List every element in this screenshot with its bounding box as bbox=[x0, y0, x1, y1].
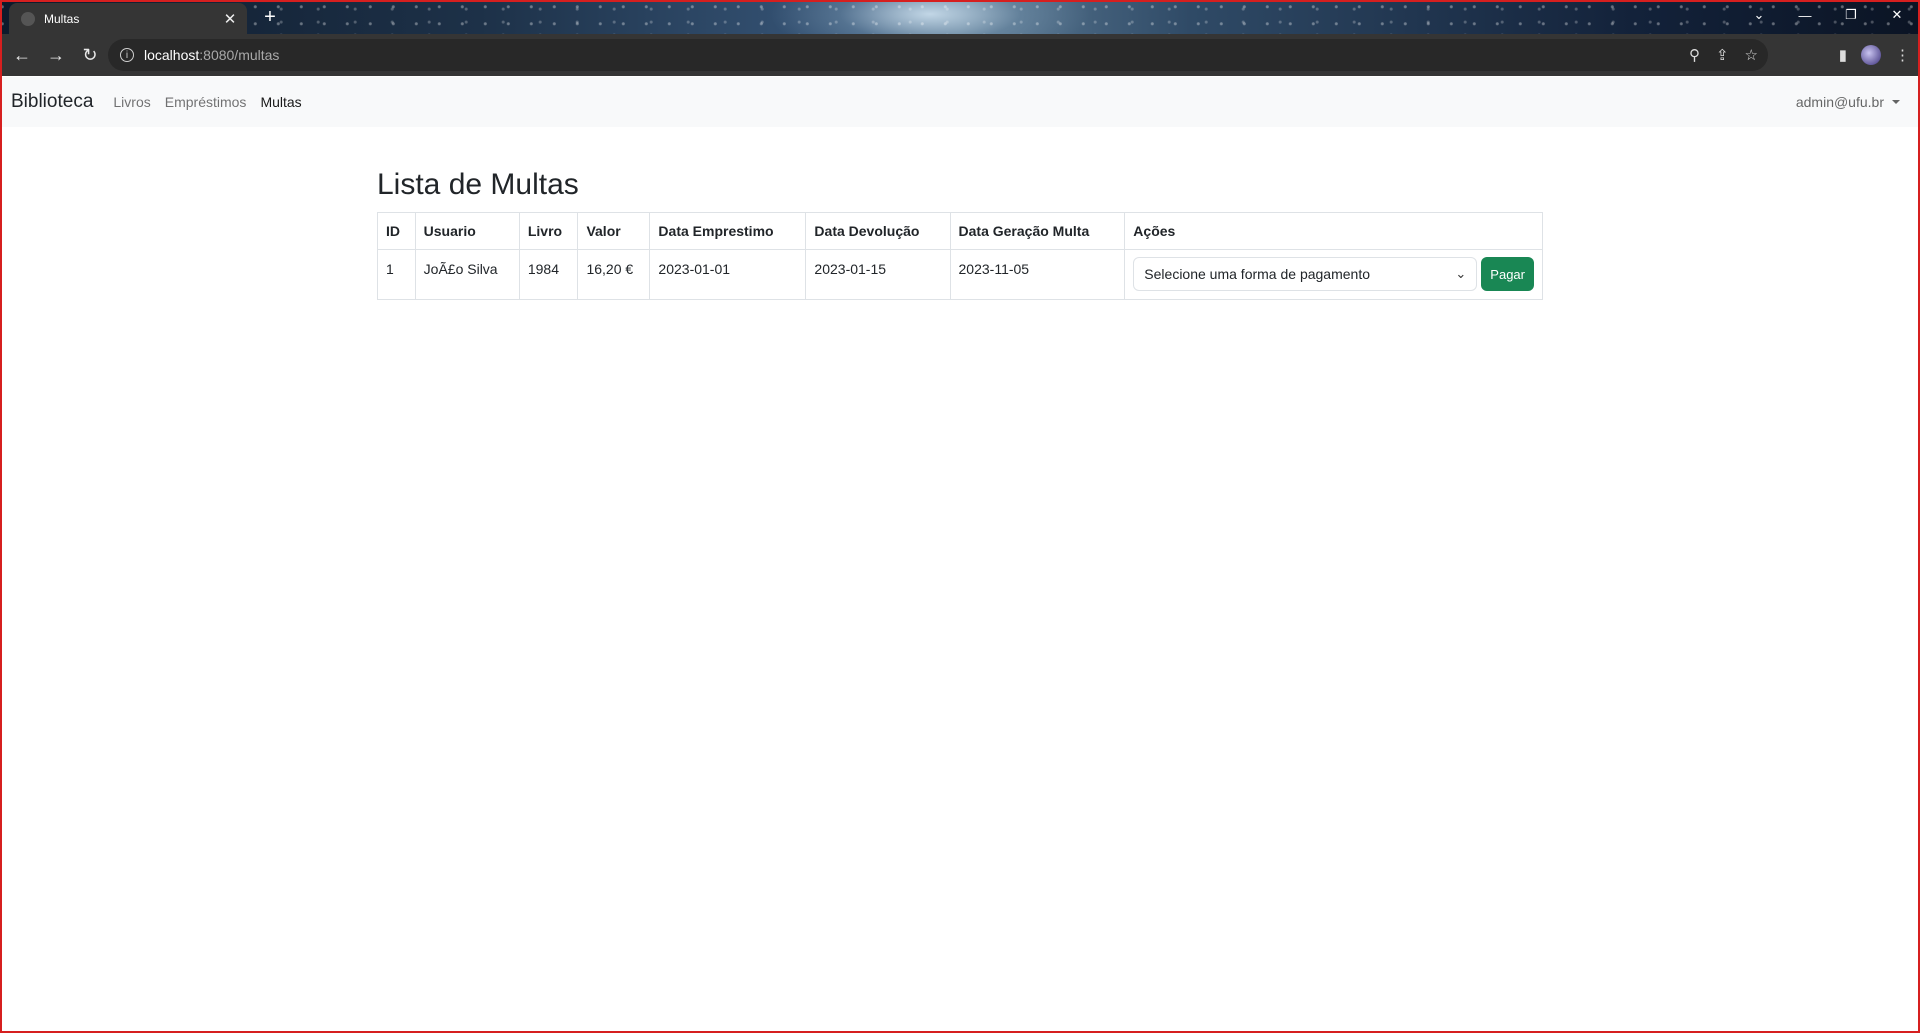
window-controls: ⌄ — ❐ ✕ bbox=[1736, 0, 1920, 30]
profile-avatar[interactable] bbox=[1861, 45, 1881, 65]
close-window-icon[interactable]: ✕ bbox=[1874, 0, 1920, 30]
url-path: :8080/multas bbox=[199, 47, 280, 63]
table-header-row: ID Usuario Livro Valor Data Emprestimo D… bbox=[377, 212, 1543, 250]
star-icon[interactable]: ☆ bbox=[1745, 46, 1758, 64]
reload-icon[interactable]: ↻ bbox=[76, 41, 104, 69]
chevron-down-icon: ⌄ bbox=[1455, 266, 1467, 281]
cell-data-devolucao: 2023-01-15 bbox=[805, 249, 951, 300]
fines-table-container: ID Usuario Livro Valor Data Emprestimo D… bbox=[377, 212, 1543, 300]
fines-table: ID Usuario Livro Valor Data Emprestimo D… bbox=[377, 212, 1543, 300]
navbar-brand[interactable]: Biblioteca bbox=[11, 91, 93, 113]
back-arrow-icon[interactable]: ← bbox=[8, 41, 36, 69]
browser-toolbar: ← → ↻ i localhost:8080/multas ⚲ ⇪ ☆ ▮ ⋮ bbox=[0, 34, 1920, 76]
share-icon[interactable]: ⇪ bbox=[1716, 46, 1729, 64]
col-header-acoes: Ações bbox=[1124, 212, 1543, 250]
page-title: Lista de Multas bbox=[377, 168, 579, 201]
minimize-icon[interactable]: — bbox=[1782, 0, 1828, 30]
favicon-icon bbox=[21, 11, 35, 26]
toolbar-right: ▮ ⋮ bbox=[1839, 34, 1910, 76]
tab-close-icon[interactable]: ✕ bbox=[221, 10, 239, 28]
col-header-usuario: Usuario bbox=[414, 212, 520, 250]
info-icon[interactable]: i bbox=[120, 48, 134, 62]
tab-title: Multas bbox=[44, 11, 80, 26]
cell-livro: 1984 bbox=[518, 249, 579, 300]
col-header-id: ID bbox=[377, 212, 416, 250]
nav-link-multas[interactable]: Multas bbox=[260, 94, 301, 110]
cell-data-geracao: 2023-11-05 bbox=[949, 249, 1126, 300]
pay-button[interactable]: Pagar bbox=[1481, 257, 1534, 291]
caret-down-icon bbox=[1892, 100, 1900, 104]
url-host: localhost bbox=[144, 47, 200, 63]
sidebar-icon[interactable]: ▮ bbox=[1839, 46, 1847, 64]
tab-search-icon[interactable]: ⌄ bbox=[1736, 0, 1782, 30]
address-bar-actions: ⚲ ⇪ ☆ bbox=[1689, 39, 1758, 71]
user-dropdown[interactable]: admin@ufu.br bbox=[1796, 77, 1900, 127]
app-navbar: Biblioteca Livros Empréstimos Multas adm… bbox=[2, 77, 1918, 127]
table-row: 1 JoÃ£o Silva 1984 16,20 € 2023-01-01 20… bbox=[377, 249, 1543, 300]
col-header-data-emprestimo: Data Emprestimo bbox=[649, 212, 807, 250]
nav-link-emprestimos[interactable]: Empréstimos bbox=[165, 94, 247, 110]
forward-arrow-icon[interactable]: → bbox=[42, 41, 70, 69]
window-frame bbox=[0, 0, 1920, 1033]
menu-kebab-icon[interactable]: ⋮ bbox=[1895, 46, 1910, 64]
cell-usuario: JoÃ£o Silva bbox=[414, 249, 520, 300]
col-header-data-devolucao: Data Devolução bbox=[805, 212, 951, 250]
col-header-valor: Valor bbox=[577, 212, 651, 250]
cell-data-emprestimo: 2023-01-01 bbox=[649, 249, 807, 300]
address-bar[interactable]: i localhost:8080/multas ⚲ ⇪ ☆ bbox=[108, 39, 1768, 71]
restore-icon[interactable]: ❐ bbox=[1828, 0, 1874, 30]
browser-tab[interactable]: Multas ✕ bbox=[9, 3, 247, 34]
nav-link-livros[interactable]: Livros bbox=[113, 94, 150, 110]
zoom-icon[interactable]: ⚲ bbox=[1689, 46, 1700, 64]
payment-method-value: Selecione uma forma de pagamento bbox=[1144, 266, 1370, 282]
actions-group: Selecione uma forma de pagamento ⌄ Pagar bbox=[1133, 257, 1534, 291]
cell-acoes: Selecione uma forma de pagamento ⌄ Pagar bbox=[1124, 249, 1543, 300]
browser-tab-strip: Multas ✕ + ⌄ — ❐ ✕ bbox=[0, 0, 1920, 34]
col-header-data-geracao: Data Geração Multa bbox=[949, 212, 1126, 250]
payment-method-select[interactable]: Selecione uma forma de pagamento ⌄ bbox=[1133, 257, 1478, 291]
cell-id: 1 bbox=[377, 249, 416, 300]
user-email: admin@ufu.br bbox=[1795, 94, 1884, 110]
new-tab-button[interactable]: + bbox=[258, 6, 282, 30]
col-header-livro: Livro bbox=[518, 212, 579, 250]
cell-valor: 16,20 € bbox=[577, 249, 651, 300]
